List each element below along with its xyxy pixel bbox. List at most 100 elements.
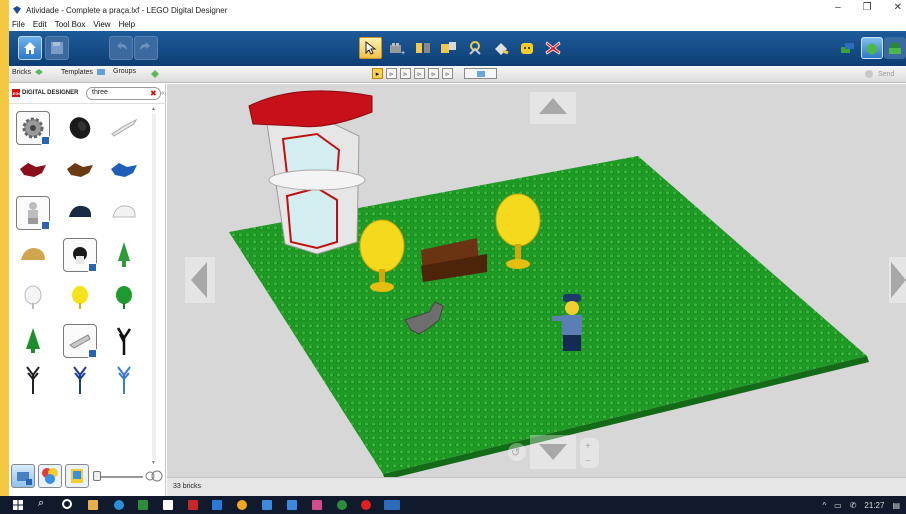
scroll-track[interactable] (152, 114, 156, 460)
brick-green-tree[interactable] (107, 238, 141, 272)
menu-toolbox[interactable]: Tool Box (55, 20, 86, 31)
brick-gear[interactable] (16, 111, 50, 145)
3d-viewport[interactable]: ↺ + − (167, 84, 906, 477)
windows-start-icon[interactable] (13, 500, 23, 510)
scroll-up-icon[interactable]: ▲ (151, 106, 156, 112)
tab-groups-label: Groups (113, 68, 136, 75)
home-button[interactable] (18, 36, 42, 60)
cursor-arrow-icon (365, 41, 376, 55)
battery-icon[interactable]: ▭ (834, 501, 842, 510)
brick-blue-branch[interactable] (63, 363, 97, 397)
flex-tool-button[interactable] (463, 37, 486, 59)
building-guide-button[interactable] (884, 37, 906, 59)
palette-scrollbar[interactable]: ▲ ▼ (150, 106, 158, 468)
brick-blue-plant[interactable] (107, 153, 141, 187)
collapse-palette-icon[interactable]: « (161, 90, 165, 97)
brick-black-branch[interactable] (16, 363, 50, 397)
brick-grey-hat[interactable] (63, 324, 97, 358)
hinge-align-tool-button[interactable] (437, 37, 460, 59)
undo-button[interactable] (109, 36, 133, 60)
clear-search-icon[interactable]: ✖ (150, 89, 157, 98)
delete-x-icon (544, 41, 561, 55)
filter-color-button[interactable] (38, 464, 62, 488)
brick-red-plant[interactable] (16, 153, 50, 187)
taskbar-app-icon[interactable] (337, 500, 347, 510)
brick-propeller[interactable] (107, 111, 141, 145)
filter-decoration-button[interactable] (65, 464, 89, 488)
zoom-slider-thumb[interactable] (93, 471, 101, 481)
view-mode-button[interactable] (861, 37, 883, 59)
redo-button[interactable] (134, 36, 158, 60)
taskbar-app-icon[interactable] (312, 500, 322, 510)
build-mode-button[interactable] (837, 37, 859, 59)
save-button[interactable] (45, 36, 69, 60)
brick-hair[interactable] (63, 238, 97, 272)
app-window: Atividade - Complete a praça.lxf - LEGO … (9, 0, 906, 496)
paint-tool-button[interactable] (489, 37, 512, 59)
zoom-in-icon[interactable]: + (585, 441, 591, 452)
scene-canvas[interactable]: ↺ + − (167, 84, 906, 477)
close-button[interactable]: ✕ (894, 2, 902, 13)
brick-navy-cap[interactable] (63, 196, 97, 230)
brick-white-bush[interactable] (16, 281, 50, 315)
hide-tool-button[interactable] (515, 37, 538, 59)
minimize-button[interactable]: – (835, 2, 841, 13)
brick-tire[interactable] (63, 111, 97, 145)
connected-select-button[interactable]: ▹ (400, 68, 411, 79)
zoom-out-icon[interactable]: − (585, 456, 591, 467)
shape-select-button[interactable]: ▹ (428, 68, 439, 79)
taskbar-app-icon[interactable] (262, 500, 272, 510)
brick-cone-tree[interactable] (16, 324, 50, 358)
brick-count: 33 bricks (173, 483, 202, 490)
tab-templates[interactable]: Templates (61, 68, 106, 76)
network-icon[interactable]: ✆ (850, 501, 857, 510)
delete-tool-button[interactable] (541, 37, 564, 59)
chrome-icon[interactable] (237, 500, 247, 510)
select-tool-button[interactable] (359, 37, 382, 59)
brick-minifig[interactable] (16, 196, 50, 230)
clone-tool-button[interactable]: + (385, 37, 408, 59)
lego-digital-designer-taskbar-icon[interactable] (384, 500, 400, 510)
clock[interactable]: 21:27 (864, 501, 884, 510)
color-select-button[interactable]: ▹ (414, 68, 425, 79)
brick-white-cap[interactable] (107, 196, 141, 230)
brick-yellow-bush[interactable] (63, 281, 97, 315)
file-explorer-icon[interactable] (88, 500, 98, 510)
single-select-button[interactable]: ▸ (372, 68, 383, 79)
show-hidden-icons-icon[interactable]: ^ (822, 501, 826, 510)
search-icon[interactable]: ⌕ (38, 497, 44, 510)
send-button[interactable]: Send (864, 69, 894, 79)
menu-file[interactable]: File (12, 20, 25, 31)
brick-black-claw[interactable] (107, 324, 141, 358)
menu-edit[interactable]: Edit (33, 20, 47, 31)
hinge-tool-button[interactable] (411, 37, 434, 59)
brick-brown-plant[interactable] (63, 153, 97, 187)
invert-select-button[interactable]: ▹ (442, 68, 453, 79)
notification-icon[interactable]: ▤ (892, 501, 900, 510)
edge-browser-icon[interactable] (114, 500, 124, 510)
digital-designer-logo: LEGO DIGITAL DESIGNER (10, 89, 79, 97)
taskbar-app-icon[interactable] (138, 500, 148, 510)
tab-bricks[interactable]: Bricks (12, 68, 44, 76)
brick-tan-helmet[interactable] (16, 238, 50, 272)
taskbar-app-icon[interactable] (212, 500, 222, 510)
brick-lightblue-branch[interactable] (107, 363, 141, 397)
zoom-large-icon[interactable] (145, 469, 163, 483)
cone-tree-icon (26, 328, 40, 353)
home-icon (24, 42, 36, 54)
menu-help[interactable]: Help (119, 20, 135, 31)
cortana-icon[interactable] (62, 499, 72, 509)
maximize-button[interactable]: ❐ (863, 2, 872, 13)
multi-select-button[interactable]: ▹ (386, 68, 397, 79)
clone-brick-icon: + (389, 43, 405, 56)
logo-text: DIGITAL DESIGNER (22, 90, 79, 96)
filter-shape-button[interactable] (11, 464, 35, 488)
taskbar-app-icon[interactable] (287, 500, 297, 510)
brick-green-bush[interactable] (107, 281, 141, 315)
store-icon[interactable] (163, 500, 173, 510)
tab-groups[interactable]: Groups (113, 68, 136, 75)
group-select-button[interactable] (464, 68, 497, 79)
menu-view[interactable]: View (93, 20, 110, 31)
taskbar-app-icon[interactable] (188, 500, 198, 510)
opera-icon[interactable] (361, 500, 371, 510)
